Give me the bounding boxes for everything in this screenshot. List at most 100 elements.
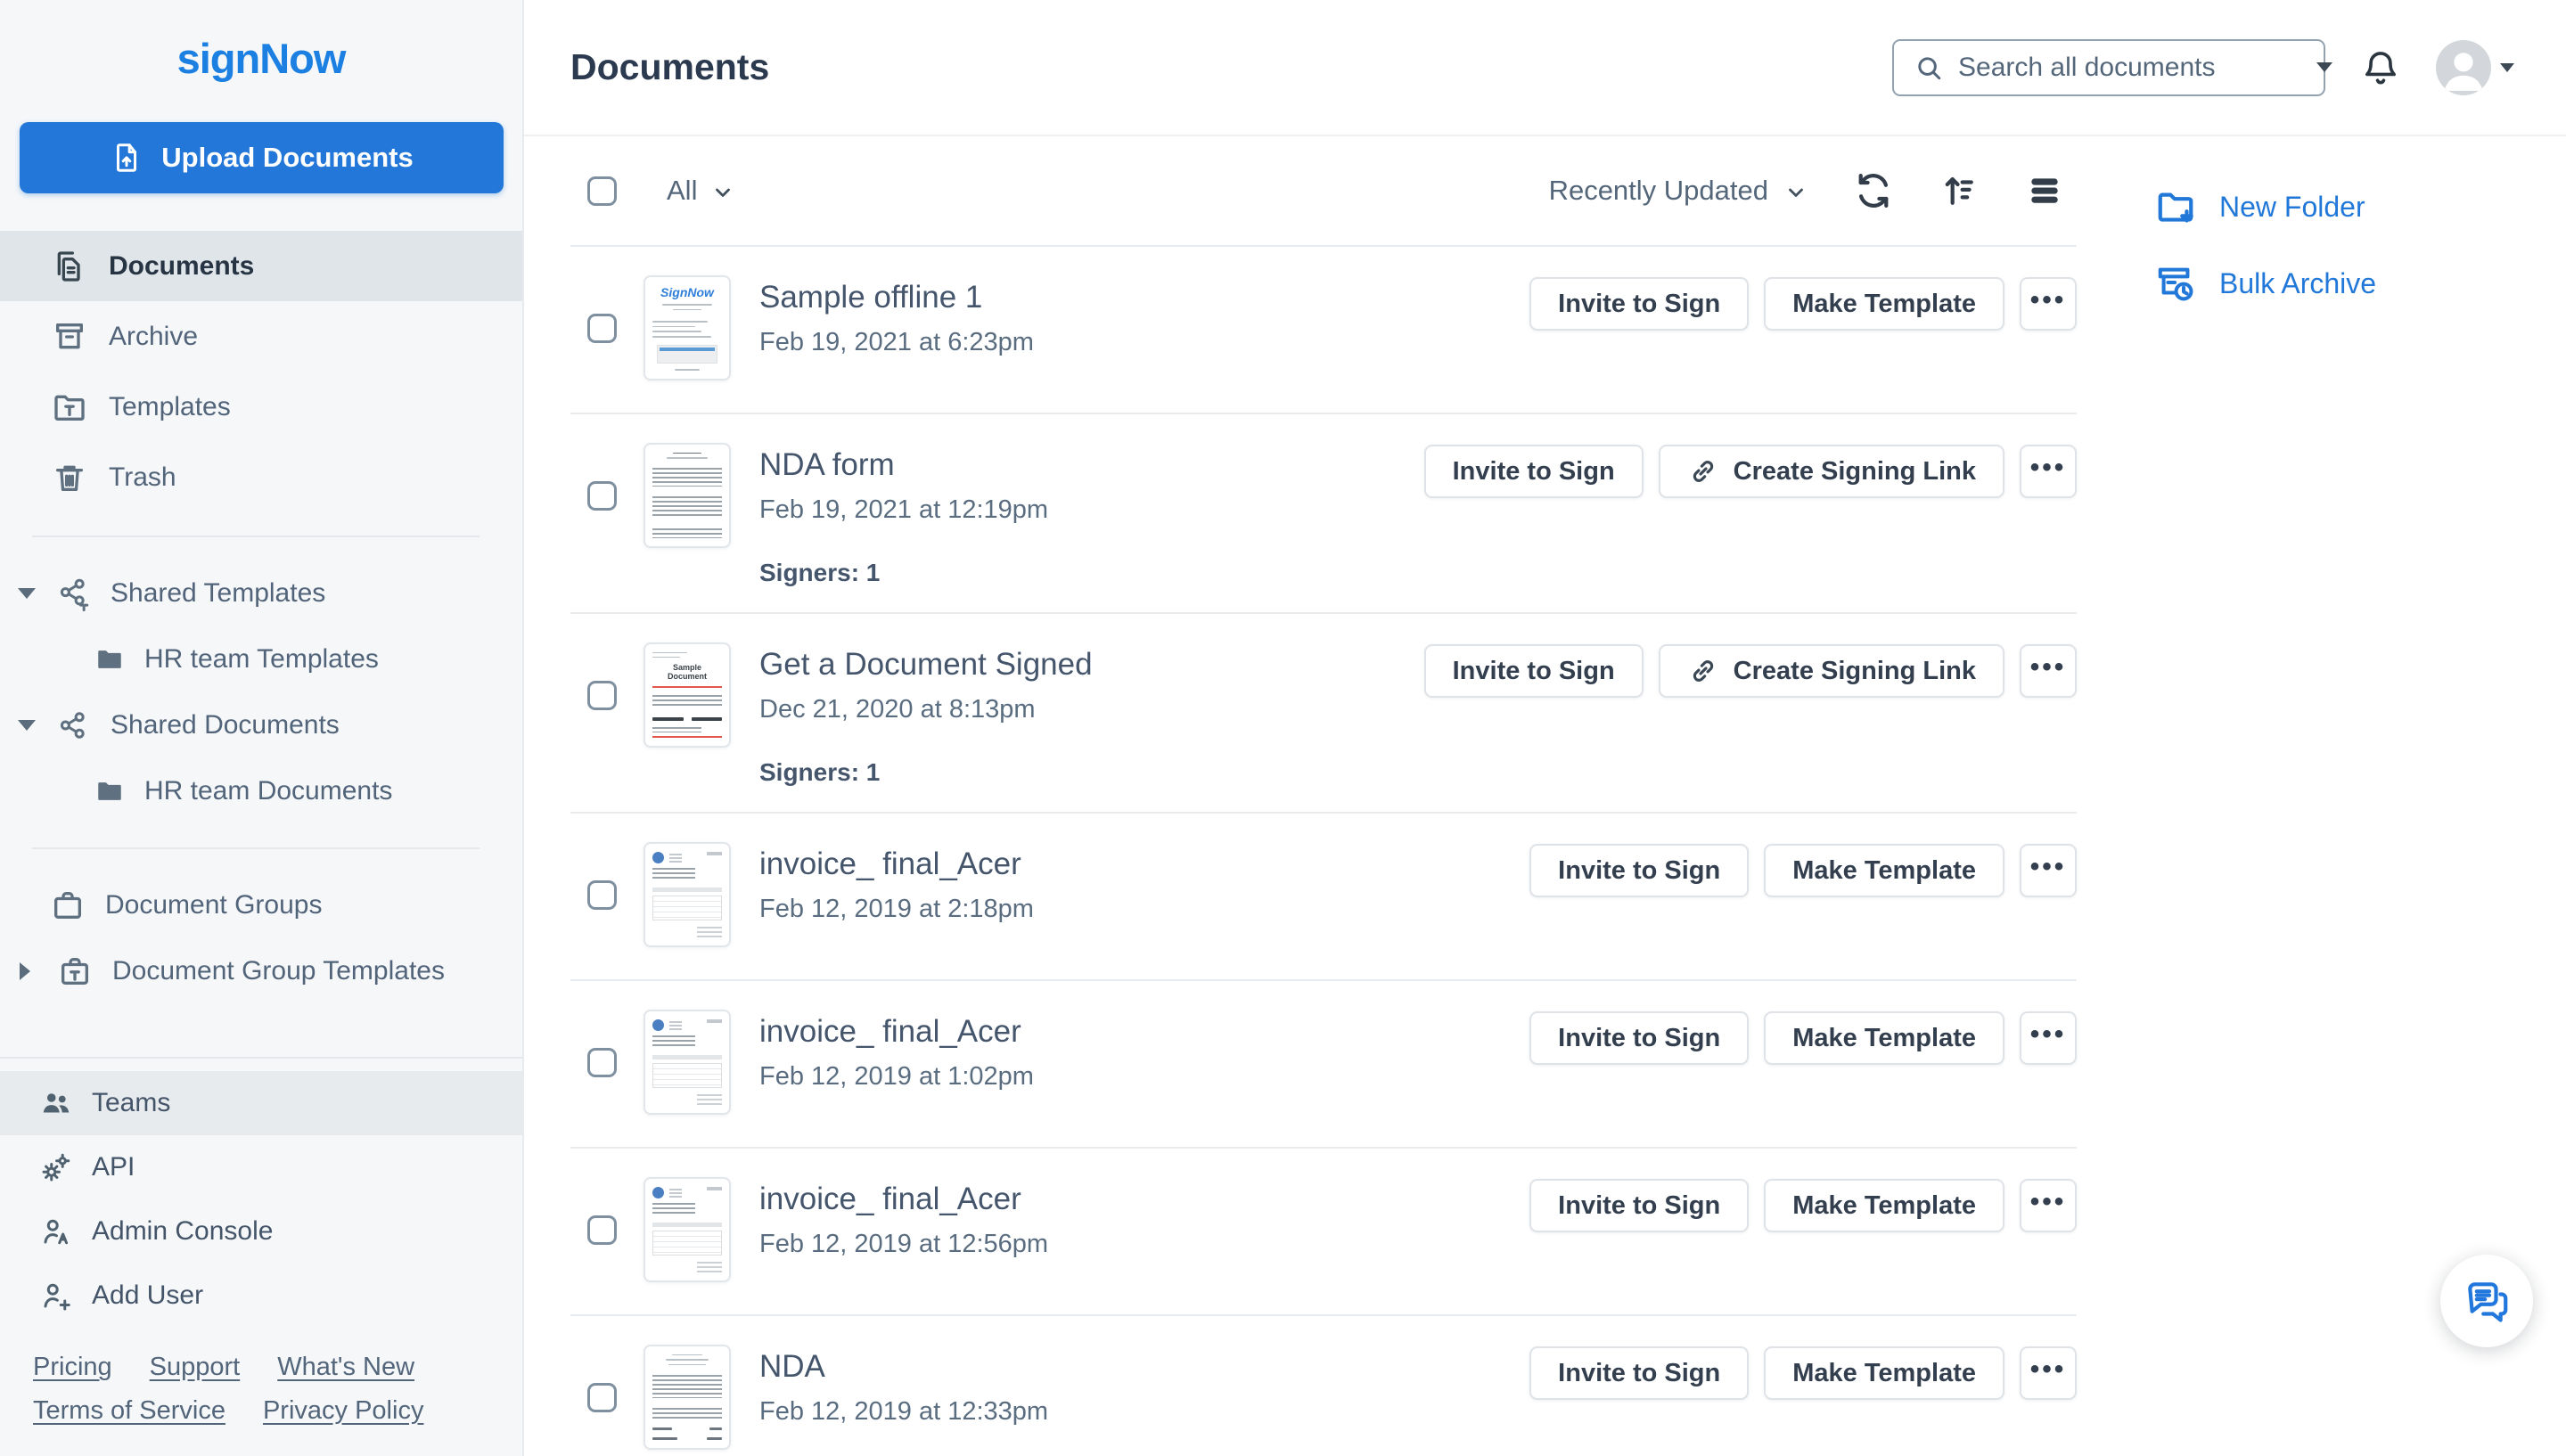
list-view-button[interactable] <box>2025 171 2064 210</box>
document-thumbnail[interactable]: Sample Document <box>644 642 731 748</box>
sidebar-item-document-groups[interactable]: Document Groups <box>0 872 522 938</box>
row-checkbox[interactable] <box>587 680 617 710</box>
document-title[interactable]: NDA <box>759 1348 825 1386</box>
create-signing-link-button[interactable]: Create Signing Link <box>1658 644 2004 698</box>
create-signing-link-button[interactable]: Create Signing Link <box>1658 445 2004 498</box>
sidebar-item-archive[interactable]: Archive <box>0 301 522 372</box>
row-actions: Invite to Sign Make Template ••• <box>1529 1179 2077 1232</box>
search-input[interactable] <box>1958 52 2302 83</box>
invite-to-sign-button[interactable]: Invite to Sign <box>1529 1179 1750 1232</box>
document-date: Feb 12, 2019 at 12:56pm <box>759 1230 1049 1258</box>
sidebar-item-admin-console[interactable]: Admin Console <box>0 1199 522 1264</box>
document-thumbnail[interactable] <box>644 842 731 947</box>
search-dropdown-caret-icon[interactable] <box>2316 62 2332 72</box>
make-template-button[interactable]: Make Template <box>1764 844 2004 897</box>
sort-order-button[interactable] <box>1939 171 1979 210</box>
document-row: NDA Feb 12, 2019 at 12:33pm Invite to Si… <box>570 1316 2077 1456</box>
sidebar-item-label: Teams <box>92 1088 171 1117</box>
row-checkbox[interactable] <box>587 1382 617 1412</box>
sidebar-item-shared-documents[interactable]: Shared Documents <box>0 692 522 758</box>
make-template-button[interactable]: Make Template <box>1764 1346 2004 1400</box>
bulk-archive-button[interactable]: Bulk Archive <box>2155 263 2376 304</box>
row-checkbox[interactable] <box>587 480 617 511</box>
row-actions: Invite to Sign Make Template ••• <box>1529 277 2077 331</box>
document-thumbnail[interactable] <box>644 443 731 548</box>
document-thumbnail[interactable] <box>644 1010 731 1115</box>
sidebar-divider <box>32 536 480 537</box>
document-thumbnail[interactable] <box>644 1345 731 1450</box>
select-all-checkbox[interactable] <box>587 176 617 206</box>
thumb-graphic: SignNow <box>645 277 729 379</box>
bulk-archive-label: Bulk Archive <box>2219 266 2377 299</box>
content-body: All Recently Updated SignNow Sample offl… <box>524 136 2566 1456</box>
make-template-button[interactable]: Make Template <box>1764 1179 2004 1232</box>
pricing-link[interactable]: Pricing <box>33 1353 112 1382</box>
toolbar-right: Recently Updated <box>1549 171 2077 210</box>
document-title[interactable]: Sample offline 1 <box>759 279 982 316</box>
sidebar-item-teams[interactable]: Teams <box>0 1071 522 1135</box>
row-checkbox[interactable] <box>587 313 617 343</box>
sidebar-item-add-user[interactable]: Add User <box>0 1264 522 1328</box>
chat-icon <box>2462 1276 2512 1326</box>
sidebar-item-templates[interactable]: Templates <box>0 372 522 442</box>
more-actions-button[interactable]: ••• <box>2020 1179 2077 1232</box>
chat-support-button[interactable] <box>2440 1255 2533 1347</box>
button-label: Create Signing Link <box>1733 456 1976 486</box>
sidebar-item-shared-templates[interactable]: Shared Templates <box>0 560 522 626</box>
row-checkbox[interactable] <box>587 1215 617 1245</box>
invite-to-sign-button[interactable]: Invite to Sign <box>1423 445 1644 498</box>
invite-to-sign-button[interactable]: Invite to Sign <box>1529 1011 1750 1065</box>
invite-to-sign-button[interactable]: Invite to Sign <box>1529 1346 1750 1400</box>
sidebar-item-document-group-templates[interactable]: Document Group Templates <box>0 938 522 1004</box>
sort-by-dropdown[interactable]: Recently Updated <box>1549 175 1808 207</box>
sidebar-item-label: Trash <box>109 462 176 492</box>
document-title[interactable]: NDA form <box>759 446 895 484</box>
document-title[interactable]: Get a Document Signed <box>759 646 1093 683</box>
make-template-button[interactable]: Make Template <box>1764 277 2004 331</box>
more-actions-button[interactable]: ••• <box>2020 1346 2077 1400</box>
user-menu-button[interactable] <box>2436 39 2514 95</box>
sidebar-item-trash[interactable]: Trash <box>0 442 522 512</box>
invite-to-sign-button[interactable]: Invite to Sign <box>1529 277 1750 331</box>
thumb-graphic <box>645 1179 729 1280</box>
terms-of-service-link[interactable]: Terms of Service <box>33 1396 225 1426</box>
row-checkbox[interactable] <box>587 1047 617 1077</box>
bulk-archive-icon <box>2155 263 2196 304</box>
upload-documents-label: Upload Documents <box>161 142 414 173</box>
filter-dropdown[interactable]: All <box>667 175 734 207</box>
more-actions-button[interactable]: ••• <box>2020 644 2077 698</box>
document-title[interactable]: invoice_ final_Acer <box>759 846 1021 883</box>
whats-new-link[interactable]: What's New <box>277 1353 414 1382</box>
notifications-bell-button[interactable] <box>2359 46 2402 89</box>
sidebar-item-hr-team-templates[interactable]: HR team Templates <box>0 626 522 692</box>
document-thumbnail[interactable] <box>644 1177 731 1282</box>
upload-documents-button[interactable]: Upload Documents <box>20 122 504 193</box>
more-actions-button[interactable]: ••• <box>2020 844 2077 897</box>
document-thumbnail[interactable]: SignNow <box>644 275 731 380</box>
document-row: SignNow Sample offline 1 Feb 19, 2021 at… <box>570 247 2077 414</box>
trash-icon <box>52 460 87 495</box>
support-link[interactable]: Support <box>150 1353 241 1382</box>
sidebar-footer-links: Pricing Support What's New Terms of Serv… <box>0 1328 522 1456</box>
document-title[interactable]: invoice_ final_Acer <box>759 1181 1021 1218</box>
document-date: Feb 12, 2019 at 1:02pm <box>759 1062 1034 1091</box>
new-folder-button[interactable]: New Folder <box>2155 186 2365 227</box>
sidebar-item-documents[interactable]: Documents <box>0 231 522 301</box>
search-box[interactable] <box>1892 38 2332 96</box>
make-template-button[interactable]: Make Template <box>1764 1011 2004 1065</box>
invite-to-sign-button[interactable]: Invite to Sign <box>1529 844 1750 897</box>
sidebar-bottom-section: Teams API Admin Console Add User Pricing… <box>0 1057 522 1456</box>
document-info: Get a Document Signed Dec 21, 2020 at 8:… <box>759 642 1093 787</box>
invite-to-sign-button[interactable]: Invite to Sign <box>1423 644 1644 698</box>
document-title[interactable]: invoice_ final_Acer <box>759 1013 1021 1051</box>
more-actions-button[interactable]: ••• <box>2020 445 2077 498</box>
row-checkbox[interactable] <box>587 879 617 910</box>
sidebar-item-hr-team-documents[interactable]: HR team Documents <box>0 758 522 824</box>
sidebar-item-api[interactable]: API <box>0 1135 522 1199</box>
refresh-button[interactable] <box>1854 171 1893 210</box>
more-actions-button[interactable]: ••• <box>2020 277 2077 331</box>
privacy-policy-link[interactable]: Privacy Policy <box>263 1396 424 1426</box>
sidebar-item-label: Archive <box>109 321 199 351</box>
more-actions-button[interactable]: ••• <box>2020 1011 2077 1065</box>
document-info: NDA form Feb 19, 2021 at 12:19pm Signers… <box>759 443 1048 587</box>
